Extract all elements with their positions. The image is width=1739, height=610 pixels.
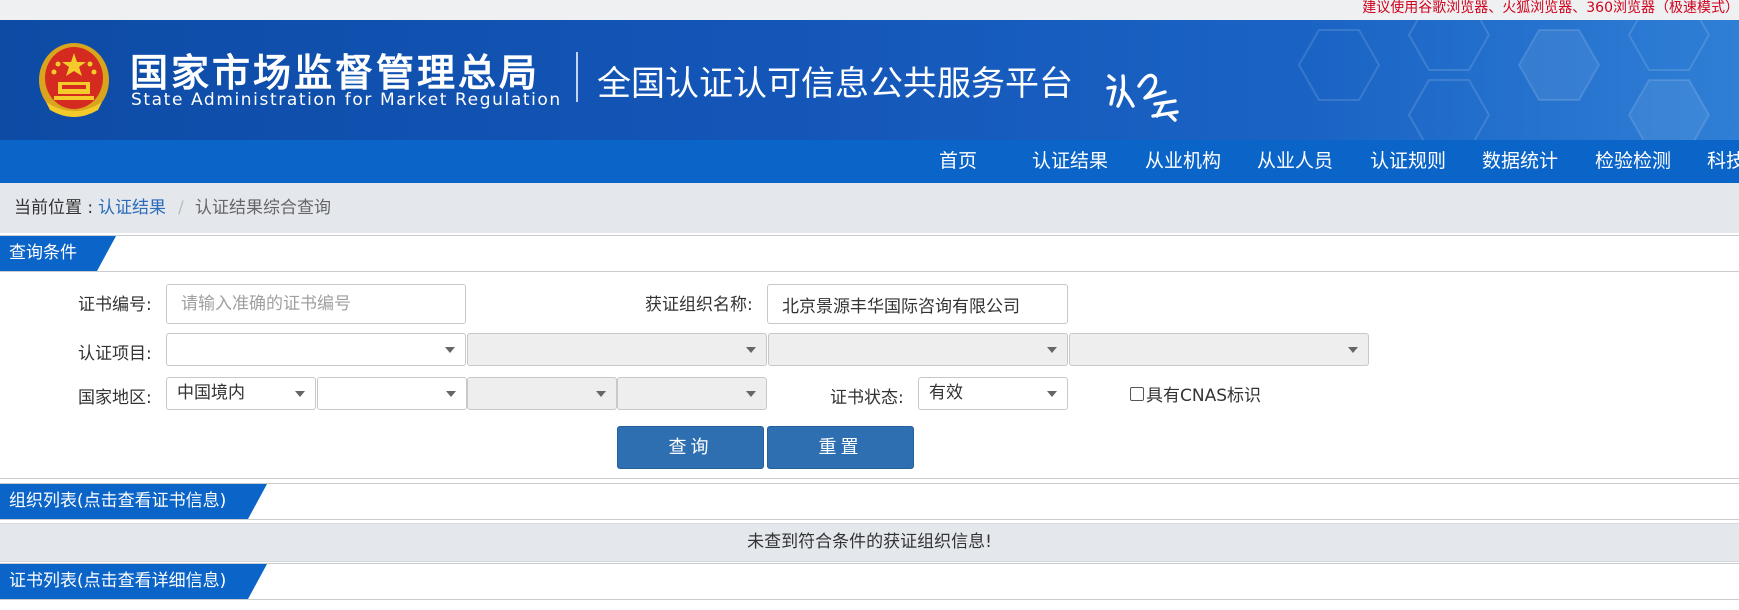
nav-item-personnel[interactable]: 从业人员 [1257,140,1333,183]
reset-button[interactable]: 重置 [767,426,914,469]
nav-item-cert-results[interactable]: 认证结果 [1032,140,1108,183]
org-list-header: 组织列表(点击查看证书信息) [0,483,1739,520]
breadcrumb-link-cert-results[interactable]: 认证结果 [98,183,166,233]
nav-item-institutions[interactable]: 从业机构 [1145,140,1221,183]
header-banner: 国家市场监督管理总局 State Administration for Mark… [0,20,1739,140]
chevron-down-icon [1047,391,1057,397]
top-strip: 建议使用谷歌浏览器、火狐浏览器、360浏览器（极速模式） [0,0,1739,20]
org-name-cn: 国家市场监督管理总局 [130,51,541,95]
national-emblem-icon [39,43,109,117]
cert-no-input[interactable] [166,284,466,324]
nav-item-cert-rules[interactable]: 认证规则 [1370,140,1446,183]
query-section-bottom-line [0,478,1739,479]
nav-item-statistics[interactable]: 数据统计 [1482,140,1558,183]
chevron-down-icon [446,391,456,397]
cnas-checkbox[interactable] [1130,387,1144,401]
chevron-down-icon [1047,347,1057,353]
renyun-cloud-logo-icon [1106,73,1179,122]
chevron-down-icon [746,347,756,353]
chevron-down-icon [1348,347,1358,353]
org-name-en: State Administration for Market Regulati… [131,90,562,110]
browser-tip: 建议使用谷歌浏览器、火狐浏览器、360浏览器（极速模式） [1362,0,1739,16]
chevron-down-icon [295,391,305,397]
project-select-2 [467,333,767,366]
status-select[interactable]: 有效 [918,377,1068,410]
project-select-4 [1069,333,1369,366]
query-section-header: 查询条件 [0,235,1739,272]
main-nav: 首页 认证结果 从业机构 从业人员 认证规则 数据统计 检验检测 科技 [0,140,1739,183]
breadcrumb-current: 认证结果综合查询 [195,198,331,218]
breadcrumb-label: 当前位置 : [14,198,94,218]
org-name-input[interactable] [767,284,1068,324]
org-list-empty-row: 未查到符合条件的获证组织信息! [0,523,1739,562]
region-label: 国家地区: [78,388,152,408]
org-list-empty-message: 未查到符合条件的获证组织信息! [747,532,992,552]
project-label: 认证项目: [78,344,152,364]
region-select-4 [617,377,767,410]
cert-no-label: 证书编号: [78,295,152,315]
project-select-3 [768,333,1068,366]
region-select-3 [467,377,617,410]
project-select-1[interactable] [166,333,466,366]
header-divider [576,52,578,102]
cnas-checkbox-label[interactable]: 具有CNAS标识 [1146,384,1261,408]
nav-item-inspection[interactable]: 检验检测 [1595,140,1671,183]
region-select-1[interactable]: 中国境内 [166,377,316,410]
status-label: 证书状态: [830,388,904,408]
chevron-down-icon [445,347,455,353]
nav-item-home[interactable]: 首页 [939,140,977,183]
org-name-label: 获证组织名称: [645,295,753,315]
cert-list-title: 证书列表(点击查看详细信息) [9,571,227,591]
breadcrumb: 当前位置 : 认证结果 / 认证结果综合查询 [0,183,1739,233]
platform-title: 全国认证认可信息公共服务平台 [597,64,1073,104]
nav-item-tech[interactable]: 科技 [1707,140,1739,183]
breadcrumb-separator: / [178,198,184,218]
query-section-title: 查询条件 [9,243,77,263]
cert-list-header: 证书列表(点击查看详细信息) [0,563,1739,600]
chevron-down-icon [746,391,756,397]
org-list-title: 组织列表(点击查看证书信息) [9,491,227,511]
region-select-2[interactable] [317,377,467,410]
hexagon-pattern-decoration [1297,20,1711,140]
search-button[interactable]: 查询 [617,426,764,469]
chevron-down-icon [596,391,606,397]
